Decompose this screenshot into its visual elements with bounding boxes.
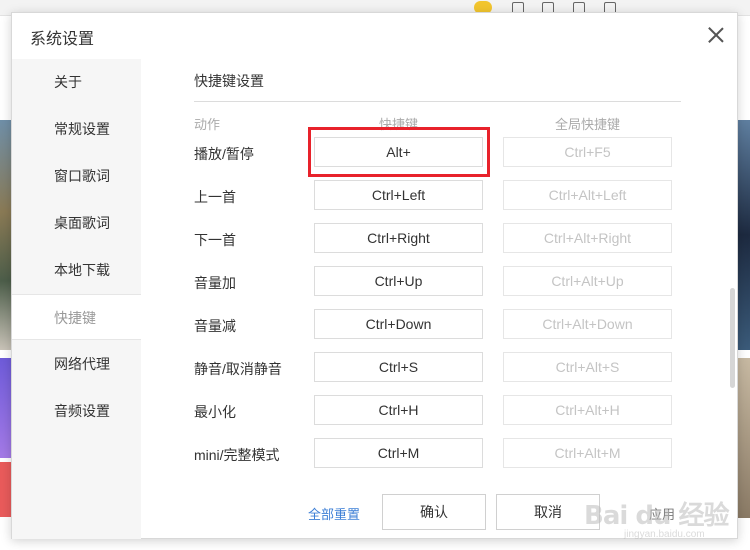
global-shortcut-input[interactable]: Ctrl+Alt+S bbox=[503, 352, 672, 382]
row-label: 下一首 bbox=[194, 232, 236, 248]
shortcut-input[interactable]: Alt+ bbox=[314, 137, 483, 167]
sidebar-item-local-download[interactable]: 本地下载 bbox=[12, 247, 141, 293]
shortcut-input[interactable]: Ctrl+H bbox=[314, 395, 483, 425]
confirm-button[interactable]: 确认 bbox=[382, 494, 486, 530]
apply-button[interactable]: 应用 bbox=[649, 504, 675, 523]
column-header-global: 全局快捷键 bbox=[554, 117, 620, 132]
column-header-action: 动作 bbox=[194, 117, 221, 132]
sidebar-item-audio[interactable]: 音频设置 bbox=[12, 388, 141, 434]
row-label: 静音/取消静音 bbox=[194, 361, 282, 377]
dialog-title: 系统设置 bbox=[30, 31, 95, 48]
global-shortcut-input[interactable]: Ctrl+Alt+Left bbox=[503, 180, 672, 210]
row-label: mini/完整模式 bbox=[194, 447, 280, 463]
row-label: 音量加 bbox=[194, 275, 236, 291]
sidebar-item-network-proxy[interactable]: 网络代理 bbox=[12, 341, 141, 387]
row-label: 最小化 bbox=[194, 404, 236, 420]
shortcut-input[interactable]: Ctrl+M bbox=[314, 438, 483, 468]
watermark-url: jingyan.baidu.com bbox=[624, 529, 705, 540]
reset-all-link[interactable]: 全部重置 bbox=[308, 504, 360, 523]
settings-sidebar: 关于 常规设置 窗口歌词 桌面歌词 本地下载 快捷键 网络代理 音频设置 bbox=[12, 59, 141, 539]
global-shortcut-input[interactable]: Ctrl+Alt+M bbox=[503, 438, 672, 468]
cancel-button[interactable]: 取消 bbox=[496, 494, 600, 530]
sidebar-item-shortcuts[interactable]: 快捷键 bbox=[12, 294, 141, 340]
row-label: 音量减 bbox=[194, 318, 236, 334]
row-label: 上一首 bbox=[194, 189, 236, 205]
background-album-art bbox=[738, 120, 750, 350]
sidebar-item-general[interactable]: 常规设置 bbox=[12, 106, 141, 152]
settings-dialog: 系统设置 关于 常规设置 窗口歌词 桌面歌词 本地下载 快捷键 网络代理 音频设… bbox=[11, 12, 738, 540]
scrollbar-thumb[interactable] bbox=[730, 288, 735, 388]
shortcut-input[interactable]: Ctrl+Left bbox=[314, 180, 483, 210]
section-divider bbox=[194, 101, 681, 102]
row-label: 播放/暂停 bbox=[194, 146, 254, 162]
background-album-art bbox=[738, 358, 750, 518]
shortcut-input[interactable]: Ctrl+Down bbox=[314, 309, 483, 339]
global-shortcut-input[interactable]: Ctrl+Alt+Right bbox=[503, 223, 672, 253]
sidebar-item-desktop-lyrics[interactable]: 桌面歌词 bbox=[12, 200, 141, 246]
global-shortcut-input[interactable]: Ctrl+F5 bbox=[503, 137, 672, 167]
close-icon[interactable] bbox=[705, 24, 727, 46]
shortcut-input[interactable]: Ctrl+Right bbox=[314, 223, 483, 253]
global-shortcut-input[interactable]: Ctrl+Alt+Down bbox=[503, 309, 672, 339]
section-title: 快捷键设置 bbox=[194, 73, 264, 89]
sidebar-item-window-lyrics[interactable]: 窗口歌词 bbox=[12, 153, 141, 199]
global-shortcut-input[interactable]: Ctrl+Alt+Up bbox=[503, 266, 672, 296]
global-shortcut-input[interactable]: Ctrl+Alt+H bbox=[503, 395, 672, 425]
shortcut-input[interactable]: Ctrl+S bbox=[314, 352, 483, 382]
sidebar-item-about[interactable]: 关于 bbox=[12, 59, 141, 105]
shortcut-input[interactable]: Ctrl+Up bbox=[314, 266, 483, 296]
column-header-shortcut: 快捷键 bbox=[378, 117, 418, 132]
